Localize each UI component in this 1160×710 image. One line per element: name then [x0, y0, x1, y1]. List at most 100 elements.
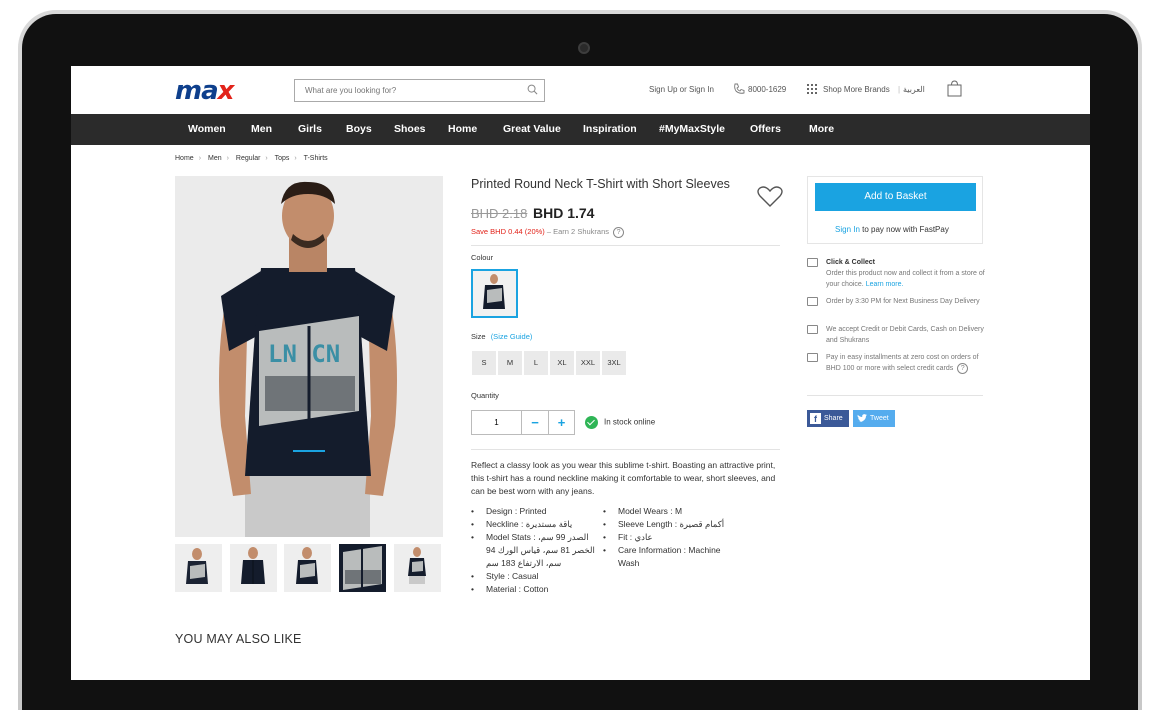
savings-amount: Save BHD 0.44 (20%) [471, 227, 545, 236]
breadcrumb-separator: › [265, 155, 268, 162]
quantity-label: Quantity [471, 391, 499, 400]
stock-text: In stock online [604, 417, 656, 427]
shop-more-brands-link[interactable]: Shop More Brands [823, 85, 890, 94]
nav-great-value[interactable]: Great Value [503, 123, 561, 135]
size-guide-link[interactable]: (Size Guide) [491, 332, 533, 341]
divider [807, 395, 983, 396]
webcam-icon [578, 42, 590, 54]
shukrans-text: – Earn 2 Shukrans [544, 227, 610, 236]
tweet-label: Tweet [870, 415, 889, 422]
size-option-xl[interactable]: XL [549, 350, 575, 376]
quantity-decrease-button[interactable]: − [522, 411, 548, 434]
nav-home[interactable]: Home [448, 123, 477, 135]
main-navigation: Women Men Girls Boys Shoes Home Great Va… [71, 114, 1090, 145]
quantity-input[interactable] [472, 411, 522, 434]
purchase-box: Add to Basket Sign In to pay now with Fa… [807, 176, 983, 244]
size-label-row: Size (Size Guide) [471, 332, 532, 341]
add-to-basket-button[interactable]: Add to Basket [815, 183, 976, 211]
share-label: Share [824, 415, 843, 422]
recommendations-title: YOU MAY ALSO LIKE [175, 632, 302, 646]
swatch-image [483, 274, 505, 309]
nav-shoes[interactable]: Shoes [394, 123, 426, 135]
truck-icon [807, 297, 818, 306]
max-logo[interactable]: max [175, 76, 234, 106]
colour-swatch-selected[interactable] [471, 269, 518, 318]
size-option-xxl[interactable]: XXL [575, 350, 601, 376]
search-input[interactable] [295, 80, 515, 101]
learn-more-link[interactable]: Learn more. [866, 281, 904, 288]
breadcrumb-separator: › [198, 155, 202, 162]
divider [471, 449, 780, 450]
detail-item: Neckline : ياقة مستديرة [471, 518, 599, 531]
phone-number[interactable]: 8000-1629 [748, 85, 786, 94]
language-toggle[interactable]: العربية [903, 85, 925, 94]
search-icon[interactable] [527, 84, 538, 95]
colour-label: Colour [471, 253, 494, 262]
savings-text: Save BHD 0.44 (20%) – Earn 2 Shukrans? [471, 227, 625, 238]
help-icon[interactable]: ? [613, 227, 625, 238]
breadcrumb-tops[interactable]: Tops [275, 155, 290, 162]
size-option-l[interactable]: L [523, 350, 549, 376]
browser-screen: max Sign Up or Sign In 8000-1629 Shop Mo… [71, 66, 1090, 680]
check-circle-icon [585, 416, 598, 429]
model-photo: LN CN [219, 181, 397, 537]
signin-fastpay-link[interactable]: Sign In [835, 225, 860, 234]
grid-icon [807, 84, 817, 94]
detail-item: Design : Printed [471, 505, 599, 518]
thumbnail-image [408, 547, 426, 584]
breadcrumb: Home › Men › Regular › Tops › T-Shirts [175, 155, 328, 162]
nav-girls[interactable]: Girls [298, 123, 322, 135]
divider [471, 245, 780, 246]
signin-link[interactable]: Sign Up or Sign In [649, 85, 714, 94]
product-title: Printed Round Neck T-Shirt with Short Sl… [471, 177, 730, 191]
thumbnail-image [186, 548, 208, 584]
shopping-bag-icon[interactable] [947, 80, 962, 97]
search-box[interactable] [294, 79, 545, 102]
detail-item: Model Stats : الصدر 99 سم، الخصر 81 سم، … [471, 531, 599, 570]
detail-item: Material : Cotton [471, 583, 599, 596]
original-price: BHD 2.18 [471, 206, 528, 221]
size-option-3xl[interactable]: 3XL [601, 350, 627, 376]
breadcrumb-regular[interactable]: Regular [236, 155, 261, 162]
twitter-tweet-button[interactable]: Tweet [853, 410, 895, 427]
nav-offers[interactable]: Offers [750, 123, 781, 135]
calendar-icon [807, 353, 818, 362]
size-option-s[interactable]: S [471, 350, 497, 376]
nav-boys[interactable]: Boys [346, 123, 372, 135]
delivery-text: Order by 3:30 PM for Next Business Day D… [826, 298, 980, 305]
details-list-right: Model Wears : M Sleeve Length : أكمام قص… [603, 505, 743, 570]
nav-men[interactable]: Men [251, 123, 272, 135]
product-thumbnail[interactable] [394, 544, 441, 592]
quantity-increase-button[interactable]: + [548, 411, 574, 434]
size-option-m[interactable]: M [497, 350, 523, 376]
detail-item: Care Information : Machine Wash [603, 544, 743, 570]
nav-women[interactable]: Women [188, 123, 226, 135]
breadcrumb-men[interactable]: Men [208, 155, 222, 162]
product-thumbnail[interactable] [284, 544, 331, 592]
product-main-image[interactable]: LN CN [175, 176, 443, 537]
installments-text: Pay in easy installments at zero cost on… [826, 352, 986, 374]
facebook-share-button[interactable]: f Share [807, 410, 849, 427]
nav-inspiration[interactable]: Inspiration [583, 123, 637, 135]
thumbnail-image [241, 547, 265, 584]
nav-more[interactable]: More [809, 123, 834, 135]
nav-mymaxstyle[interactable]: #MyMaxStyle [659, 123, 725, 135]
breadcrumb-separator: › [294, 155, 297, 162]
product-thumbnail[interactable] [339, 544, 386, 592]
breadcrumb-home[interactable]: Home [175, 155, 194, 162]
click-collect-text: Click & Collect Order this product now an… [826, 257, 986, 290]
help-icon[interactable]: ? [957, 363, 969, 374]
product-thumbnail[interactable] [175, 544, 222, 592]
thumbnail-image [343, 546, 382, 590]
card-icon [807, 325, 818, 334]
click-collect-title: Click & Collect [826, 259, 876, 266]
phone-icon [734, 83, 745, 94]
detail-item: Fit : عادي [603, 531, 743, 544]
size-label: Size [471, 332, 486, 341]
wishlist-heart-icon[interactable] [757, 186, 783, 208]
breadcrumb-separator: › [226, 155, 229, 162]
product-thumbnail[interactable] [230, 544, 277, 592]
quantity-stepper: − + [471, 410, 575, 435]
click-collect-desc: Order this product now and collect it fr… [826, 270, 985, 288]
fastpay-label: to pay now with FastPay [859, 225, 949, 234]
